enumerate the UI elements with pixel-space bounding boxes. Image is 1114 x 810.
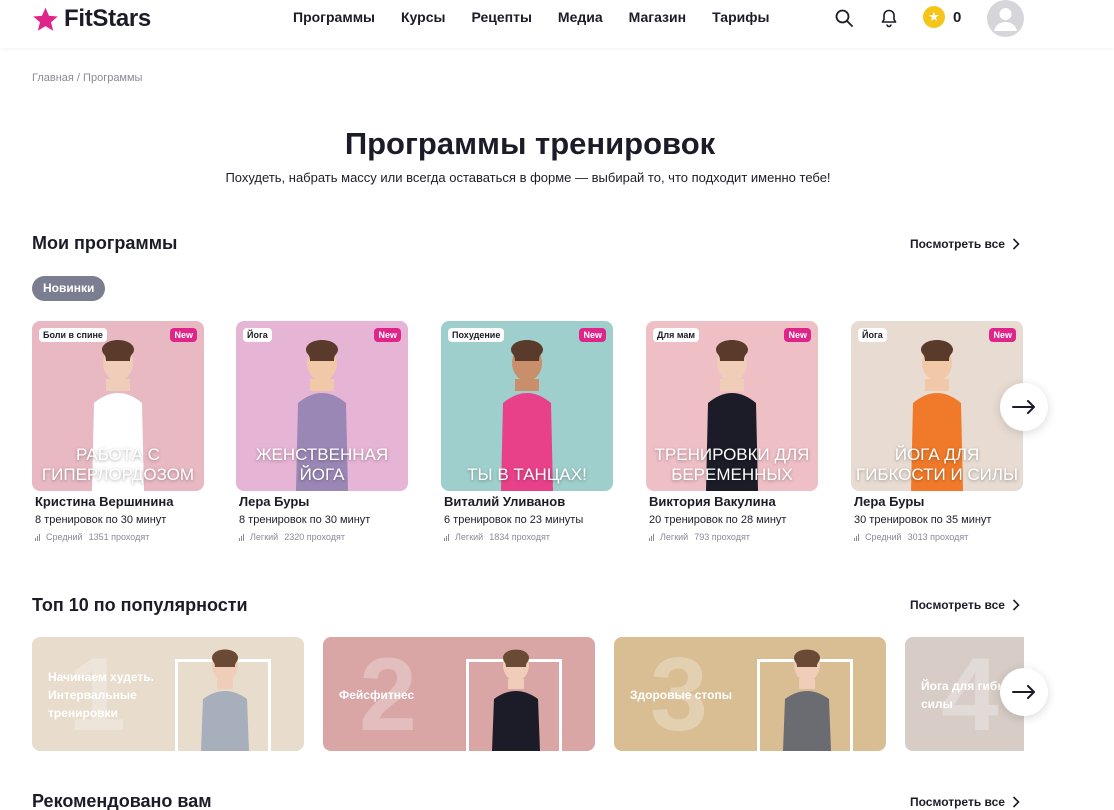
top10-label-text: Здоровые стопы: [630, 688, 732, 702]
top10-label-text: Начинаем худеть. Интервальные тренировки: [48, 670, 154, 720]
top10-label: Начинаем худеть. Интервальные тренировки: [48, 667, 178, 723]
recommended-title: Рекомендовано вам: [32, 791, 212, 810]
trainer-photo: [492, 649, 540, 751]
trainer-photo: [201, 649, 249, 751]
chevron-right-icon: [1012, 796, 1020, 808]
top10-next-button[interactable]: [1000, 668, 1048, 716]
top10-card[interactable]: 3 Здоровые стопы: [614, 637, 886, 751]
see-all-label: Посмотреть все: [910, 795, 1005, 809]
trainer-photo: [783, 649, 831, 751]
top10-card[interactable]: 2 Фейсфитнес: [323, 637, 595, 751]
top10-card[interactable]: 1 Начинаем худеть. Интервальные тренировк…: [32, 637, 304, 751]
top10-label: Здоровые стопы: [630, 667, 760, 723]
top10-label-text: Фейсфитнес: [339, 688, 415, 702]
top10-label: Фейсфитнес: [339, 667, 469, 723]
recommended-see-all[interactable]: Посмотреть все: [910, 795, 1020, 809]
arrow-right-icon: [1012, 685, 1035, 699]
